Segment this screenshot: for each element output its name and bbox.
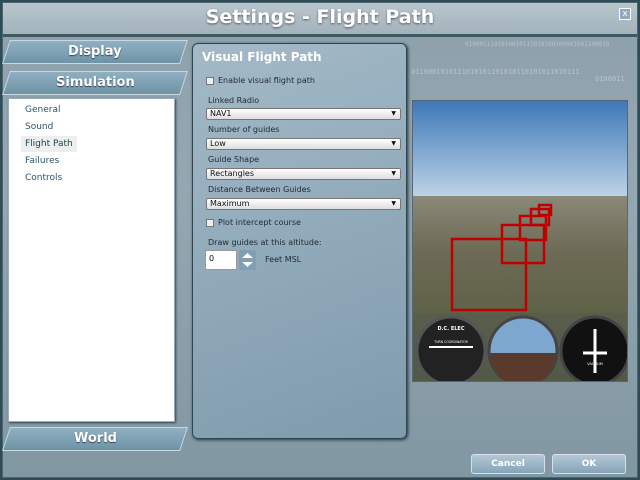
altitude-input[interactable]: 0 <box>205 250 237 270</box>
background-binary: 0100011 <box>595 75 625 83</box>
chevron-down-icon: ▼ <box>391 200 396 207</box>
background-binary: 0100011101010010111010100100001001100010 <box>465 41 610 48</box>
flight-path-panel: Visual Flight Path Enable visual flight … <box>192 43 407 439</box>
cancel-button[interactable]: Cancel <box>471 454 545 474</box>
enable-visual-flight-path-checkbox[interactable] <box>206 77 214 85</box>
tab-label: World <box>73 431 117 446</box>
close-button[interactable]: x <box>619 8 631 20</box>
sidebar-item-flight-path[interactable]: Flight Path <box>21 136 77 152</box>
select-value: Low <box>210 139 226 148</box>
distance-label: Distance Between Guides <box>208 185 311 194</box>
gauge-label-vacuum: VACUUM <box>587 362 603 366</box>
tab-world[interactable]: World <box>2 427 188 451</box>
altitude-stepper[interactable] <box>239 250 256 270</box>
sidebar-item-general[interactable]: General <box>21 102 64 118</box>
gauge-label-turn-coordinator: TURN COORDINATOR <box>433 340 469 344</box>
sidebar-item-failures[interactable]: Failures <box>21 153 63 169</box>
select-value: NAV1 <box>210 109 232 118</box>
sidebar-item-sound[interactable]: Sound <box>21 119 57 135</box>
panel-title: Visual Flight Path <box>202 50 322 64</box>
tab-label: Simulation <box>55 75 135 90</box>
enable-label: Enable visual flight path <box>218 76 315 85</box>
plot-intercept-checkbox[interactable] <box>206 219 214 227</box>
chevron-down-icon: ▼ <box>391 140 396 147</box>
guide-shape-select[interactable]: Rectangles ▼ <box>206 168 401 180</box>
gauge-label-dc-elec: D.C. ELEC <box>437 326 464 332</box>
linked-radio-select[interactable]: NAV1 ▼ <box>206 108 401 120</box>
distance-select[interactable]: Maximum ▼ <box>206 198 401 210</box>
preview-image: D.C. ELEC TURN COORDINATOR VACUUM <box>413 101 627 381</box>
number-of-guides-select[interactable]: Low ▼ <box>206 138 401 150</box>
altitude-unit: Feet MSL <box>265 255 302 264</box>
up-down-arrows-icon <box>242 253 253 267</box>
number-of-guides-label: Number of guides <box>208 125 280 134</box>
title-bar: Settings - Flight Path x <box>3 3 637 37</box>
tab-label: Display <box>68 44 122 59</box>
tab-display[interactable]: Display <box>2 40 188 64</box>
altitude-label: Draw guides at this altitude: <box>208 238 322 247</box>
guide-shape-label: Guide Shape <box>208 155 260 164</box>
chevron-down-icon: ▼ <box>391 110 396 117</box>
ok-button[interactable]: OK <box>552 454 626 474</box>
flight-path-preview: D.C. ELEC TURN COORDINATOR VACUUM <box>412 100 628 382</box>
select-value: Rectangles <box>210 169 255 178</box>
sidebar-item-controls[interactable]: Controls <box>21 170 66 186</box>
simulation-list: General Sound Flight Path Failures Contr… <box>8 98 175 422</box>
window-title: Settings - Flight Path <box>205 6 435 28</box>
linked-radio-label: Linked Radio <box>208 96 260 105</box>
tab-simulation[interactable]: Simulation <box>2 71 188 95</box>
background-binary: 0110001010111010101101010110101011010111 <box>411 68 580 76</box>
intercept-label: Plot intercept course <box>218 218 301 227</box>
select-value: Maximum <box>210 199 250 208</box>
chevron-down-icon: ▼ <box>391 170 396 177</box>
